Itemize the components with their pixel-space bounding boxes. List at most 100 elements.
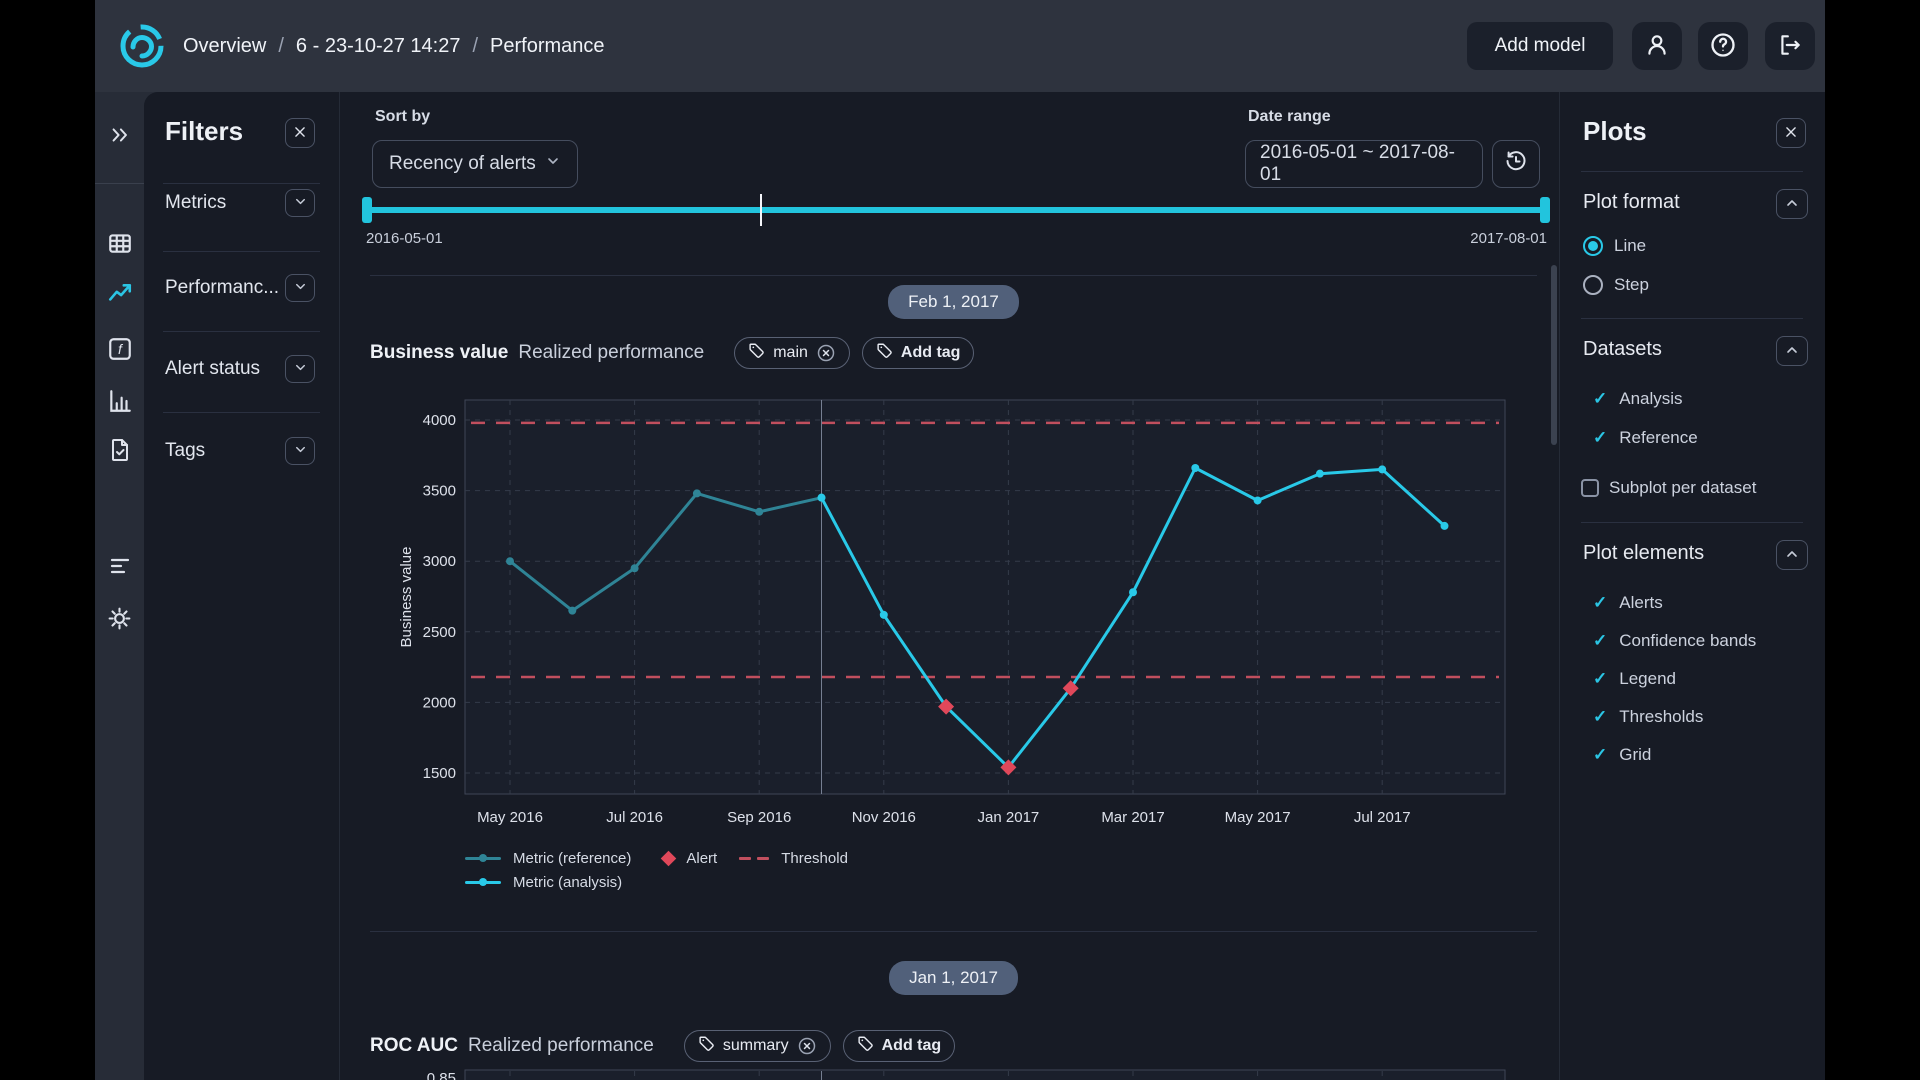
chevron-down-icon <box>293 279 308 297</box>
logout-button[interactable] <box>1765 22 1815 70</box>
section-divider <box>370 931 1537 932</box>
scrub-date-row: Jan 1, 2017 <box>370 961 1537 995</box>
filters-panel: Filters MetricsPerformanc...Alert status… <box>144 92 340 1080</box>
dataset-toggle-reference[interactable]: ✓ Reference <box>1593 428 1698 448</box>
option-label: Analysis <box>1619 389 1682 409</box>
svg-text:Nov 2016: Nov 2016 <box>852 809 916 826</box>
checkbox-icon <box>1581 479 1599 497</box>
plots-panel: Plots Plot format LineStep Datasets <box>1559 92 1825 1080</box>
main-scrollbar-thumb[interactable] <box>1551 265 1557 445</box>
breadcrumb-segment[interactable]: 6 - 23-10-27 14:27 <box>296 35 461 58</box>
plot-elements-collapse-button[interactable] <box>1776 540 1808 570</box>
datasets-collapse-button[interactable] <box>1776 336 1808 366</box>
slider-handle-end[interactable] <box>1540 197 1550 223</box>
trend-icon <box>107 281 133 312</box>
svg-text:2500: 2500 <box>423 624 456 641</box>
chevron-up-icon <box>1784 195 1800 214</box>
dataset-toggle-analysis[interactable]: ✓Analysis <box>1593 389 1683 409</box>
subplot-label: Subplot per dataset <box>1609 478 1756 498</box>
sidebar-item-gear[interactable] <box>95 606 144 636</box>
svg-text:Business value: Business value <box>398 547 415 648</box>
plot-elements-label: Plot elements <box>1583 542 1704 565</box>
tag-icon <box>857 1035 874 1057</box>
slider-start-label: 2016-05-01 <box>366 230 443 247</box>
roc-auc-chart[interactable]: 0.85 <box>395 1069 1535 1080</box>
add-model-button[interactable]: Add model <box>1467 22 1613 70</box>
filter-expand-button[interactable] <box>285 189 315 217</box>
slider-track[interactable] <box>365 207 1547 213</box>
svg-text:Jan 2017: Jan 2017 <box>978 809 1040 826</box>
check-icon: ✓ <box>1593 745 1607 765</box>
sort-by-select[interactable]: Recency of alerts <box>372 140 578 188</box>
filters-close-button[interactable] <box>285 118 315 148</box>
panel-divider <box>163 412 320 413</box>
help-icon <box>1709 31 1737 62</box>
option-label: Grid <box>1619 745 1651 765</box>
plot-format-label: Plot format <box>1583 191 1680 214</box>
remove-tag-button[interactable] <box>797 1036 817 1056</box>
option-label: Step <box>1614 275 1649 295</box>
check-icon: ✓ <box>1593 707 1607 727</box>
svg-text:May 2017: May 2017 <box>1225 809 1291 826</box>
element-toggle-grid[interactable]: ✓ Grid <box>1593 745 1651 765</box>
date-range-input[interactable]: 2016-05-01 ~ 2017-08-01 <box>1245 140 1483 188</box>
panel-divider <box>163 331 320 332</box>
expand-sidebar-button[interactable] <box>95 122 144 152</box>
breadcrumb-segment[interactable]: Performance <box>490 35 605 58</box>
tag-label: summary <box>723 1037 789 1055</box>
sidebar-item-doc-check[interactable] <box>95 437 144 467</box>
element-toggle-thresholds[interactable]: ✓Thresholds <box>1593 707 1703 727</box>
option-label: Legend <box>1619 669 1676 689</box>
svg-text:Jul 2017: Jul 2017 <box>1354 809 1411 826</box>
chevron-up-icon <box>1784 342 1800 361</box>
filter-expand-button[interactable] <box>285 274 315 302</box>
chevron-down-icon <box>545 153 561 175</box>
panel-divider <box>1581 318 1803 319</box>
sidebar-item-table[interactable] <box>95 230 144 260</box>
chart-header-roc-auc: ROC AUC Realized performance summaryAdd … <box>370 1030 955 1062</box>
analysis-swatch <box>465 881 501 884</box>
element-toggle-confidence-bands[interactable]: ✓Confidence bands <box>1593 631 1756 651</box>
app-logo <box>118 22 166 70</box>
option-label: Reference <box>1619 428 1697 448</box>
plots-title: Plots <box>1583 116 1647 147</box>
tag-icon <box>876 342 893 364</box>
element-toggle-alerts[interactable]: ✓Alerts <box>1593 593 1663 613</box>
sidebar-item-bar-chart[interactable] <box>95 388 144 418</box>
scrub-date-pill: Jan 1, 2017 <box>889 961 1018 995</box>
user-button[interactable] <box>1632 22 1682 70</box>
element-toggle-legend[interactable]: ✓Legend <box>1593 669 1676 689</box>
plot-format-collapse-button[interactable] <box>1776 189 1808 219</box>
sidebar-item-function[interactable]: f <box>95 336 144 366</box>
add-tag-button[interactable]: Add tag <box>843 1030 956 1062</box>
svg-text:4000: 4000 <box>423 412 456 429</box>
plots-close-button[interactable] <box>1776 118 1806 148</box>
slider-cursor[interactable] <box>760 194 762 226</box>
filters-title: Filters <box>165 116 243 147</box>
plot-format-option-line[interactable]: Line <box>1583 236 1646 256</box>
clock-history-icon <box>1504 149 1528 179</box>
date-history-button[interactable] <box>1492 140 1540 188</box>
date-range-label: Date range <box>1248 108 1331 126</box>
reference-swatch <box>465 857 501 860</box>
slider-handle-start[interactable] <box>362 197 372 223</box>
filter-label-performanc-: Performanc... <box>165 277 279 299</box>
sidebar-item-trend[interactable] <box>95 281 144 311</box>
filter-expand-button[interactable] <box>285 437 315 465</box>
bar-chart-icon <box>107 388 133 419</box>
remove-tag-button[interactable] <box>816 343 836 363</box>
scrub-date-pill: Feb 1, 2017 <box>888 285 1019 319</box>
add-tag-button[interactable]: Add tag <box>862 337 975 369</box>
rail-divider <box>95 183 144 184</box>
check-icon: ✓ <box>1593 428 1607 448</box>
filter-label-alert-status: Alert status <box>165 358 260 380</box>
business-value-chart[interactable]: 150020002500300035004000May 2016Jul 2016… <box>395 392 1535 862</box>
radio-icon <box>1583 236 1603 256</box>
breadcrumb-segment[interactable]: Overview <box>183 35 266 58</box>
sidebar-item-filter-lines[interactable] <box>95 553 144 583</box>
plot-format-option-step[interactable]: Step <box>1583 275 1649 295</box>
subplot-per-dataset-checkbox[interactable]: Subplot per dataset <box>1581 478 1756 498</box>
add-tag-label: Add tag <box>882 1037 942 1055</box>
filter-expand-button[interactable] <box>285 355 315 383</box>
help-button[interactable] <box>1698 22 1748 70</box>
